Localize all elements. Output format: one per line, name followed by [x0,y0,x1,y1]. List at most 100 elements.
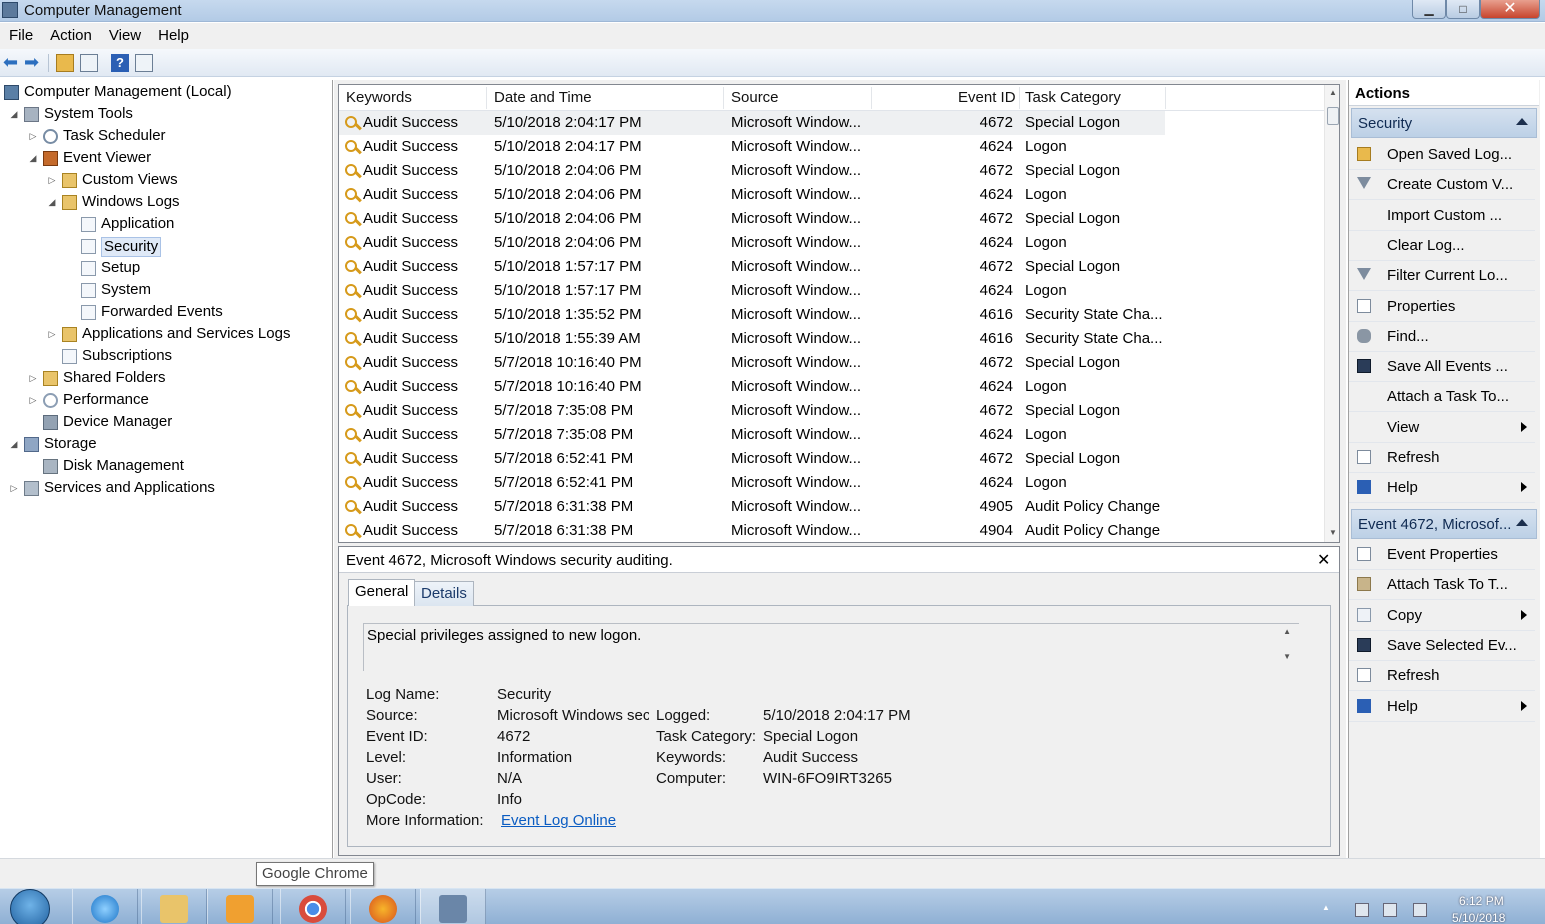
scroll-thumb[interactable] [1327,107,1339,125]
tree-item-setup[interactable]: Setup [0,257,330,279]
column-source[interactable]: Source [731,89,779,106]
table-row[interactable]: Audit Success 5/10/2018 1:55:39 AM Microso… [339,327,1324,351]
column-separator[interactable] [1019,87,1020,109]
table-row[interactable]: Audit Success 5/7/2018 7:35:08 PM Microsof… [339,423,1324,447]
column-separator[interactable] [1165,87,1166,109]
action-center-icon[interactable] [1355,903,1369,917]
action-help[interactable]: Help [1349,692,1535,722]
action-filter-current-lo[interactable]: Filter Current Lo... [1349,261,1535,292]
show-hidden-icons-icon[interactable]: ▲ [1322,903,1336,917]
table-row[interactable]: Audit Success 5/7/2018 10:16:40 PM Microso… [339,351,1324,375]
action-attach-a-task-to[interactable]: Attach a Task To... [1349,382,1535,413]
help-icon[interactable]: ? [111,54,129,72]
tree-item-computer-management-local[interactable]: Computer Management (Local) [0,81,330,103]
tree-item-security[interactable]: Security [0,235,330,257]
action-import-custom[interactable]: Import Custom ... [1349,201,1535,231]
column-task-category[interactable]: Task Category [1025,89,1121,106]
back-arrow-icon[interactable]: ⬅ [3,53,21,72]
action-help[interactable]: Help [1349,473,1535,504]
column-separator[interactable] [723,87,724,109]
action-copy[interactable]: Copy [1349,601,1535,631]
tree-item-shared-folders[interactable]: ▷ Shared Folders [0,367,330,389]
tree-item-custom-views[interactable]: ▷ Custom Views [0,169,330,191]
tab-details[interactable]: Details [414,581,474,606]
action-attach-task-to-t[interactable]: Attach Task To T... [1349,570,1535,601]
menu-action[interactable]: Action [41,23,100,49]
tree-item-storage[interactable]: ◢ Storage [0,433,330,455]
action-event-properties[interactable]: Event Properties [1349,540,1535,570]
table-row[interactable]: Audit Success 5/7/2018 6:52:41 PM Microsof… [339,447,1324,471]
column-separator[interactable] [486,87,487,109]
tree-item-task-scheduler[interactable]: ▷ Task Scheduler [0,125,330,147]
action-refresh[interactable]: Refresh [1349,661,1535,692]
taskbar-media-player[interactable] [207,889,273,924]
collapse-arrow-icon[interactable]: ◢ [9,103,19,125]
tree-item-subscriptions[interactable]: Subscriptions [0,345,330,367]
table-row[interactable]: Audit Success 5/10/2018 2:04:06 PM Microso… [339,231,1324,255]
table-row[interactable]: Audit Success 5/10/2018 1:35:52 PM Microso… [339,303,1324,327]
action-clear-log[interactable]: Clear Log... [1349,231,1535,261]
collapse-arrow-icon[interactable]: ◢ [9,433,19,455]
table-row[interactable]: Audit Success 5/7/2018 6:31:38 PM Microsof… [339,495,1324,519]
action-view[interactable]: View [1349,413,1535,443]
menu-file[interactable]: File [0,23,41,49]
action-save-selected-ev[interactable]: Save Selected Ev... [1349,631,1535,661]
tree-item-windows-logs[interactable]: ◢ Windows Logs [0,191,330,213]
volume-icon[interactable] [1413,903,1427,917]
network-icon[interactable] [1383,903,1397,917]
forward-arrow-icon[interactable]: ➡ [24,53,42,72]
scroll-up-arrow-icon[interactable]: ▲ [1283,627,1291,636]
column-date-time[interactable]: Date and Time [494,89,592,106]
collapse-arrow-icon[interactable] [1516,519,1528,526]
action-find[interactable]: Find... [1349,322,1535,352]
taskbar-firefox[interactable] [350,889,416,924]
action-properties[interactable]: Properties [1349,292,1535,322]
table-row[interactable]: Audit Success 5/10/2018 2:04:06 PM Microso… [339,207,1324,231]
column-keywords[interactable]: Keywords [346,89,412,106]
actions-section-security[interactable]: Security [1351,108,1537,138]
event-list-scrollbar[interactable]: ▲ ▼ [1324,85,1339,542]
action-refresh[interactable]: Refresh [1349,443,1535,473]
collapse-arrow-icon[interactable]: ◢ [28,147,38,169]
tree-item-disk-management[interactable]: Disk Management [0,455,330,477]
expand-arrow-icon[interactable]: ▷ [28,367,38,389]
close-icon[interactable]: ✕ [1317,550,1330,570]
tree-item-event-viewer[interactable]: ◢ Event Viewer [0,147,330,169]
menu-help[interactable]: Help [149,23,197,49]
column-separator[interactable] [871,87,872,109]
table-row[interactable]: Audit Success 5/10/2018 2:04:17 PM Microso… [339,135,1324,159]
tree-item-device-manager[interactable]: Device Manager [0,411,330,433]
close-button[interactable]: ✕ [1480,0,1540,19]
table-row[interactable]: Audit Success 5/10/2018 2:04:17 PM Microso… [339,111,1165,135]
clock-time[interactable]: 6:12 PM [1459,894,1504,908]
tree-item-application[interactable]: Application [0,213,330,235]
actions-section-event[interactable]: Event 4672, Microsof... [1351,509,1537,539]
action-create-custom-v[interactable]: Create Custom V... [1349,170,1535,201]
expand-arrow-icon[interactable]: ▷ [47,169,57,191]
table-row[interactable]: Audit Success 5/7/2018 6:31:38 PM Microsof… [339,519,1324,542]
expand-arrow-icon[interactable]: ▷ [47,323,57,345]
show-hide-tree-icon[interactable] [80,54,98,72]
table-row[interactable]: Audit Success 5/10/2018 1:57:17 PM Microso… [339,279,1324,303]
table-row[interactable]: Audit Success 5/10/2018 2:04:06 PM Microso… [339,159,1324,183]
table-row[interactable]: Audit Success 5/10/2018 1:57:17 PM Microso… [339,255,1324,279]
expand-arrow-icon[interactable]: ▷ [28,125,38,147]
taskbar-computer-management[interactable] [420,889,486,924]
taskbar-file-explorer[interactable] [141,889,207,924]
collapse-arrow-icon[interactable] [1516,118,1528,125]
start-button[interactable] [4,889,54,924]
tree-item-applications-and-services-logs[interactable]: ▷ Applications and Services Logs [0,323,330,345]
menu-view[interactable]: View [100,23,149,49]
tree-item-services-and-applications[interactable]: ▷ Services and Applications [0,477,330,499]
event-log-online-link[interactable]: Event Log Online [501,812,616,829]
expand-arrow-icon[interactable]: ▷ [9,477,19,499]
show-hide-action-pane-icon[interactable] [135,54,153,72]
collapse-arrow-icon[interactable]: ◢ [47,191,57,213]
table-row[interactable]: Audit Success 5/10/2018 2:04:06 PM Microso… [339,183,1324,207]
maximize-button[interactable]: □ [1446,0,1480,19]
expand-arrow-icon[interactable]: ▷ [28,389,38,411]
up-folder-icon[interactable] [56,54,74,72]
table-row[interactable]: Audit Success 5/7/2018 7:35:08 PM Microsof… [339,399,1324,423]
action-open-saved-log[interactable]: Open Saved Log... [1349,140,1535,170]
tree-item-performance[interactable]: ▷ Performance [0,389,330,411]
